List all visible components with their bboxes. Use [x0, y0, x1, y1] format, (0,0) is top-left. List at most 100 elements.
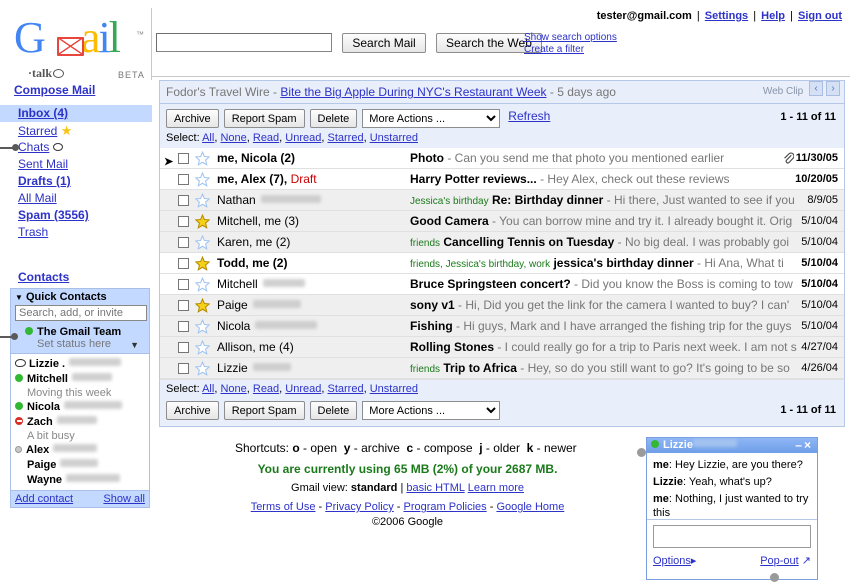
add-contact-link[interactable]: Add contact [15, 493, 73, 505]
star-icon[interactable] [195, 319, 210, 334]
sidebar-item-chats[interactable]: Chats [0, 139, 152, 156]
gmail-logo[interactable]: GMail ™ ·talk BETA [14, 14, 154, 76]
star-icon[interactable] [195, 340, 210, 355]
quick-contact-item[interactable]: Mitchell [15, 372, 145, 387]
star-icon[interactable] [195, 256, 210, 271]
star-icon[interactable] [195, 193, 210, 208]
search-input[interactable] [156, 33, 332, 52]
quick-contacts-me[interactable]: The Gmail Team Set status here▼ [11, 324, 149, 353]
sidebar-link-5[interactable]: All Mail [18, 191, 57, 205]
resize-handle-left[interactable] [637, 448, 646, 457]
show-all-contacts-link[interactable]: Show all [103, 493, 145, 505]
message-row[interactable]: ➤me, Nicola (2)Photo - Can you send me t… [160, 148, 844, 169]
star-icon[interactable] [195, 298, 210, 313]
quick-contacts-search-input[interactable] [15, 305, 147, 321]
select-option-unread[interactable]: Unread [285, 383, 321, 395]
web-clip-link[interactable]: Bite the Big Apple During NYC's Restaura… [280, 85, 546, 99]
message-checkbox[interactable] [178, 258, 189, 269]
sidebar-item-sent[interactable]: Sent Mail [0, 156, 152, 173]
message-label-tag[interactable]: Jessica's birthday [410, 196, 489, 207]
more-actions-select-bottom[interactable]: More Actions ... [362, 401, 500, 420]
select-option-unread[interactable]: Unread [285, 132, 321, 144]
message-row[interactable]: NathanJessica's birthday Re: Birthday di… [160, 190, 844, 211]
chat-options-link[interactable]: Options [653, 555, 691, 567]
sidebar-item-trash[interactable]: Trash [0, 224, 152, 241]
star-icon[interactable] [195, 277, 210, 292]
more-actions-select-top[interactable]: More Actions ... [362, 109, 500, 128]
chat-message-input[interactable] [653, 525, 811, 548]
quick-contacts-header[interactable]: ▼ Quick Contacts [11, 289, 149, 305]
select-option-all[interactable]: All [202, 383, 214, 395]
chat-popout-control[interactable]: Pop-out ↗ [760, 554, 811, 567]
delete-button-bottom[interactable]: Delete [310, 401, 358, 420]
message-row[interactable]: Paigesony v1 - Hi, Did you get the link … [160, 295, 844, 316]
select-option-none[interactable]: None [220, 132, 246, 144]
resize-handle-bottom[interactable] [770, 573, 779, 582]
sidebar-item-drafts[interactable]: Drafts (1) [0, 173, 152, 190]
message-row[interactable]: Lizziefriends Trip to Africa - Hey, so d… [160, 358, 844, 379]
star-icon[interactable] [195, 361, 210, 376]
sidebar-item-spam[interactable]: Spam (3556) [0, 207, 152, 224]
compose-mail-link[interactable]: Compose Mail [14, 83, 95, 97]
quick-contact-item[interactable]: Zach [15, 415, 145, 430]
message-label-tag[interactable]: friends, Jessica's birthday, work [410, 259, 550, 270]
legal-link-privacy-policy[interactable]: Privacy Policy [325, 501, 393, 513]
quick-contact-item[interactable]: Nicola [15, 400, 145, 415]
chat-popout-link[interactable]: Pop-out [760, 555, 799, 567]
learn-more-link[interactable]: Learn more [468, 482, 524, 494]
help-link[interactable]: Help [761, 10, 785, 22]
message-row[interactable]: MitchellBruce Springsteen concert? - Did… [160, 274, 844, 295]
sidebar-link-6[interactable]: Spam (3556) [18, 208, 89, 222]
settings-link[interactable]: Settings [705, 10, 748, 22]
create-filter-link[interactable]: Create a filter [524, 44, 617, 56]
chat-options-arrow-icon[interactable]: ▸ [691, 555, 697, 567]
quick-contact-item[interactable]: Wayne [15, 473, 145, 488]
select-option-starred[interactable]: Starred [328, 132, 364, 144]
status-chevron-down-icon[interactable]: ▼ [130, 340, 139, 350]
basic-html-link[interactable]: basic HTML [406, 482, 464, 494]
chat-title-bar[interactable]: Lizzie –× [647, 438, 817, 453]
message-checkbox[interactable] [178, 279, 189, 290]
message-checkbox[interactable] [178, 195, 189, 206]
message-row[interactable]: Mitchell, me (3)Good Camera - You can bo… [160, 211, 844, 232]
star-icon[interactable] [195, 214, 210, 229]
select-option-read[interactable]: Read [253, 132, 279, 144]
star-icon[interactable] [195, 172, 210, 187]
report-spam-button-bottom[interactable]: Report Spam [224, 401, 305, 420]
message-label-tag[interactable]: friends [410, 238, 440, 249]
show-search-options-link[interactable]: Show search options [524, 32, 617, 44]
message-row[interactable]: Karen, me (2)friends Cancelling Tennis o… [160, 232, 844, 253]
legal-link-terms-of-use[interactable]: Terms of Use [251, 501, 316, 513]
quick-contact-item[interactable]: Paige [15, 458, 145, 473]
message-row[interactable]: me, Alex (7), DraftHarry Potter reviews.… [160, 169, 844, 190]
legal-link-program-policies[interactable]: Program Policies [404, 501, 487, 513]
star-icon[interactable] [195, 235, 210, 250]
quick-contact-item[interactable]: Lizzie . [15, 357, 145, 372]
message-checkbox[interactable] [178, 174, 189, 185]
sidebar-link-1[interactable]: Starred [18, 124, 57, 138]
message-checkbox[interactable] [178, 321, 189, 332]
web-clip-prev-icon[interactable]: ‹ [809, 81, 823, 96]
select-option-unstarred[interactable]: Unstarred [370, 383, 418, 395]
contacts-link[interactable]: Contacts [18, 270, 69, 284]
delete-button-top[interactable]: Delete [310, 109, 358, 128]
select-option-none[interactable]: None [220, 383, 246, 395]
sidebar-item-all[interactable]: All Mail [0, 190, 152, 207]
collapse-triangle-icon[interactable]: ▼ [15, 293, 23, 302]
archive-button-bottom[interactable]: Archive [166, 401, 219, 420]
sidebar-link-2[interactable]: Chats [18, 140, 49, 154]
message-checkbox[interactable] [178, 342, 189, 353]
legal-link-google-home[interactable]: Google Home [496, 501, 564, 513]
chat-minimize-icon[interactable]: – [795, 438, 804, 452]
sidebar-link-4[interactable]: Drafts (1) [18, 174, 71, 188]
message-row[interactable]: Todd, me (2)friends, Jessica's birthday,… [160, 253, 844, 274]
signout-link[interactable]: Sign out [798, 10, 842, 22]
quick-contact-item[interactable]: Alex [15, 443, 145, 458]
message-checkbox[interactable] [178, 216, 189, 227]
select-option-unstarred[interactable]: Unstarred [370, 132, 418, 144]
chat-close-icon[interactable]: × [804, 438, 813, 452]
message-checkbox[interactable] [178, 237, 189, 248]
sidebar-item-inbox[interactable]: Inbox (4) [0, 105, 152, 122]
message-label-tag[interactable]: friends [410, 364, 440, 375]
message-checkbox[interactable] [178, 363, 189, 374]
